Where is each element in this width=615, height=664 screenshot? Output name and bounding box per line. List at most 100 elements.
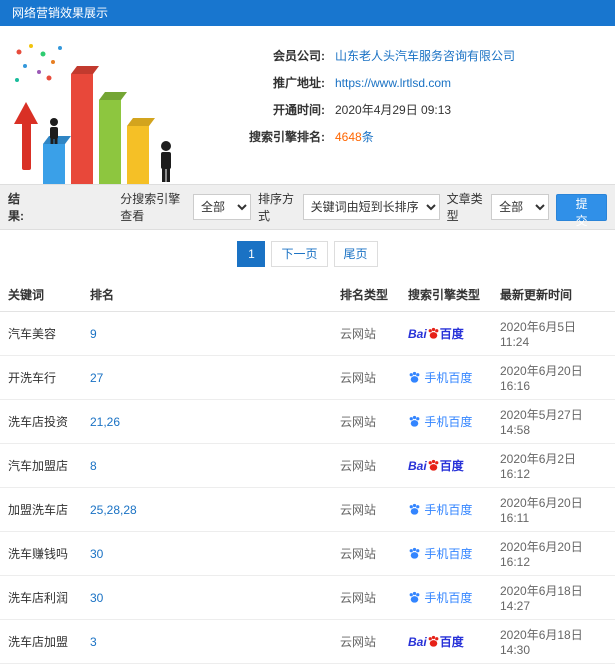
engine-rank-unit: 条 [361,130,374,144]
mobile-baidu-label: 手机百度 [424,591,473,605]
up-arrow-icon [14,102,38,170]
keyword-cell: 加盟洗车店 [8,503,69,517]
table-row: 汽车美容 9 云网站 Bai 百度 2020年6月5日 11:24 [0,311,615,356]
baidu-logo-bai-text: Bai [408,459,427,473]
baidu-logo-bai-text: Bai [408,327,427,341]
mobile-baidu-paw-icon [409,547,420,559]
engine-filter-select[interactable]: 全部 [192,194,252,220]
mobile-baidu-logo: 手机百度 [408,591,472,605]
mobile-baidu-label: 手机百度 [424,547,473,561]
baidu-paw-icon [428,327,439,339]
engine-filter-label: 分搜索引擎查看 [120,192,181,223]
header-engine-type: 搜索引擎类型 [400,277,492,312]
mobile-baidu-label: 手机百度 [424,415,473,429]
rank-link[interactable]: 9 [90,327,97,341]
page-button-current[interactable]: 1 [237,241,266,267]
promo-url-link[interactable]: https://www.lrtlsd.com [335,76,451,90]
rank-link[interactable]: 30 [90,591,103,605]
rank-type-cell: 云网站 [340,635,377,649]
chart-bars [43,66,155,184]
rank-link[interactable]: 27 [90,371,103,385]
rank-type-cell: 云网站 [340,459,377,473]
header-rank-type: 排名类型 [332,277,400,312]
open-time-value: 2020年4月29日 09:13 [335,103,452,117]
company-link[interactable]: 山东老人头汽车服务咨询有限公司 [335,47,515,64]
table-header-row: 关键词 排名 排名类型 搜索引擎类型 最新更新时间 [0,277,615,312]
mobile-baidu-logo: 手机百度 [408,503,472,517]
mobile-baidu-paw-icon [409,503,420,515]
results-table: 关键词 排名 排名类型 搜索引擎类型 最新更新时间 汽车美容 9 云网站 Bai… [0,277,615,664]
filter-bar: 结果: 分搜索引擎查看 全部 排序方式 关键词由短到长排序 文章类型 全部 提交 [0,184,615,230]
table-row: 汽车加盟店 8 云网站 Bai 百度 2020年6月2日 16:12 [0,443,615,488]
mobile-baidu-logo: 手机百度 [408,547,472,561]
table-row: 洗车店投资 21,26 云网站 手机百度 2020年5月27日 14:58 [0,399,615,444]
keyword-cell: 洗车赚钱吗 [8,547,69,561]
article-type-label: 文章类型 [446,192,483,223]
mobile-baidu-paw-icon [409,591,420,603]
rank-link[interactable]: 3 [90,635,97,649]
rank-type-cell: 云网站 [340,415,377,429]
baidu-logo-cn-text: 百度 [439,327,464,341]
header-rank: 排名 [82,277,332,312]
baidu-pc-logo: Bai 百度 [408,459,464,473]
table-row: 开洗车行 27 云网站 手机百度 2020年6月20日 16:16 [0,355,615,400]
mobile-baidu-logo: 手机百度 [408,415,472,429]
last-page-button[interactable]: 尾页 [333,241,378,267]
baidu-paw-icon [428,635,439,647]
rank-type-cell: 云网站 [340,547,377,561]
updated-cell: 2020年6月20日 16:11 [500,496,583,525]
keyword-cell: 汽车加盟店 [8,459,69,473]
engine-rank-row: 搜索引擎排名: 4648 条 [185,123,615,150]
engine-rank-label: 搜索引擎排名: [249,130,325,144]
updated-cell: 2020年6月20日 16:16 [500,364,583,393]
keyword-cell: 洗车店投资 [8,415,69,429]
baidu-logo-cn-text: 百度 [439,635,464,649]
mobile-baidu-logo: 手机百度 [408,371,472,385]
updated-cell: 2020年6月2日 16:12 [500,452,577,481]
mobile-baidu-label: 手机百度 [424,371,473,385]
baidu-pc-logo: Bai 百度 [408,327,464,341]
sort-filter-select[interactable]: 关键词由短到长排序 [302,194,440,220]
rank-type-cell: 云网站 [340,591,377,605]
baidu-paw-icon [428,459,439,471]
engine-rank-count: 4648 [335,129,362,144]
rank-link[interactable]: 30 [90,547,103,561]
mobile-baidu-paw-icon [409,415,420,427]
updated-cell: 2020年6月5日 11:24 [500,320,577,349]
rank-link[interactable]: 25,28,28 [90,503,137,517]
keyword-cell: 汽车美容 [8,327,57,341]
bar-chart-illustration [14,44,171,184]
rank-type-cell: 云网站 [340,371,377,385]
article-type-select[interactable]: 全部 [491,194,550,220]
submit-button[interactable]: 提交 [556,193,607,228]
rank-type-cell: 云网站 [340,327,377,341]
updated-cell: 2020年6月20日 16:12 [500,540,583,569]
rank-link[interactable]: 21,26 [90,415,120,429]
member-info-list: 会员公司: 山东老人头汽车服务咨询有限公司 推广地址: https://www.… [185,30,615,184]
table-row: 洗车店加盟 3 云网站 Bai 百度 2020年6月18日 14:30 [0,619,615,664]
promo-url-label: 推广地址: [273,76,325,90]
info-section: 会员公司: 山东老人头汽车服务咨询有限公司 推广地址: https://www.… [0,26,615,184]
sort-filter-label: 排序方式 [258,192,295,223]
next-page-button[interactable]: 下一页 [271,241,328,267]
open-time-label: 开通时间: [273,103,325,117]
header-updated: 最新更新时间 [492,277,615,312]
updated-cell: 2020年5月27日 14:58 [500,408,583,437]
pagination: 1 下一页 尾页 [0,230,615,277]
baidu-pc-logo: Bai 百度 [408,635,464,649]
mobile-baidu-paw-icon [409,371,420,383]
header-keyword: 关键词 [0,277,82,312]
page-title: 网络营销效果展示 [12,6,109,20]
company-label: 会员公司: [273,49,325,63]
person-figure-right [161,141,171,182]
table-row: 洗车店利润 30 云网站 手机百度 2020年6月18日 14:27 [0,575,615,620]
result-label: 结果: [8,192,24,223]
page-header: 网络营销效果展示 [0,0,615,26]
open-time-row: 开通时间: 2020年4月29日 09:13 [185,96,615,123]
rank-type-cell: 云网站 [340,503,377,517]
mobile-baidu-label: 手机百度 [424,503,473,517]
updated-cell: 2020年6月18日 14:30 [500,628,583,657]
confetti-dots [15,44,62,82]
baidu-logo-bai-text: Bai [408,635,427,649]
rank-link[interactable]: 8 [90,459,97,473]
